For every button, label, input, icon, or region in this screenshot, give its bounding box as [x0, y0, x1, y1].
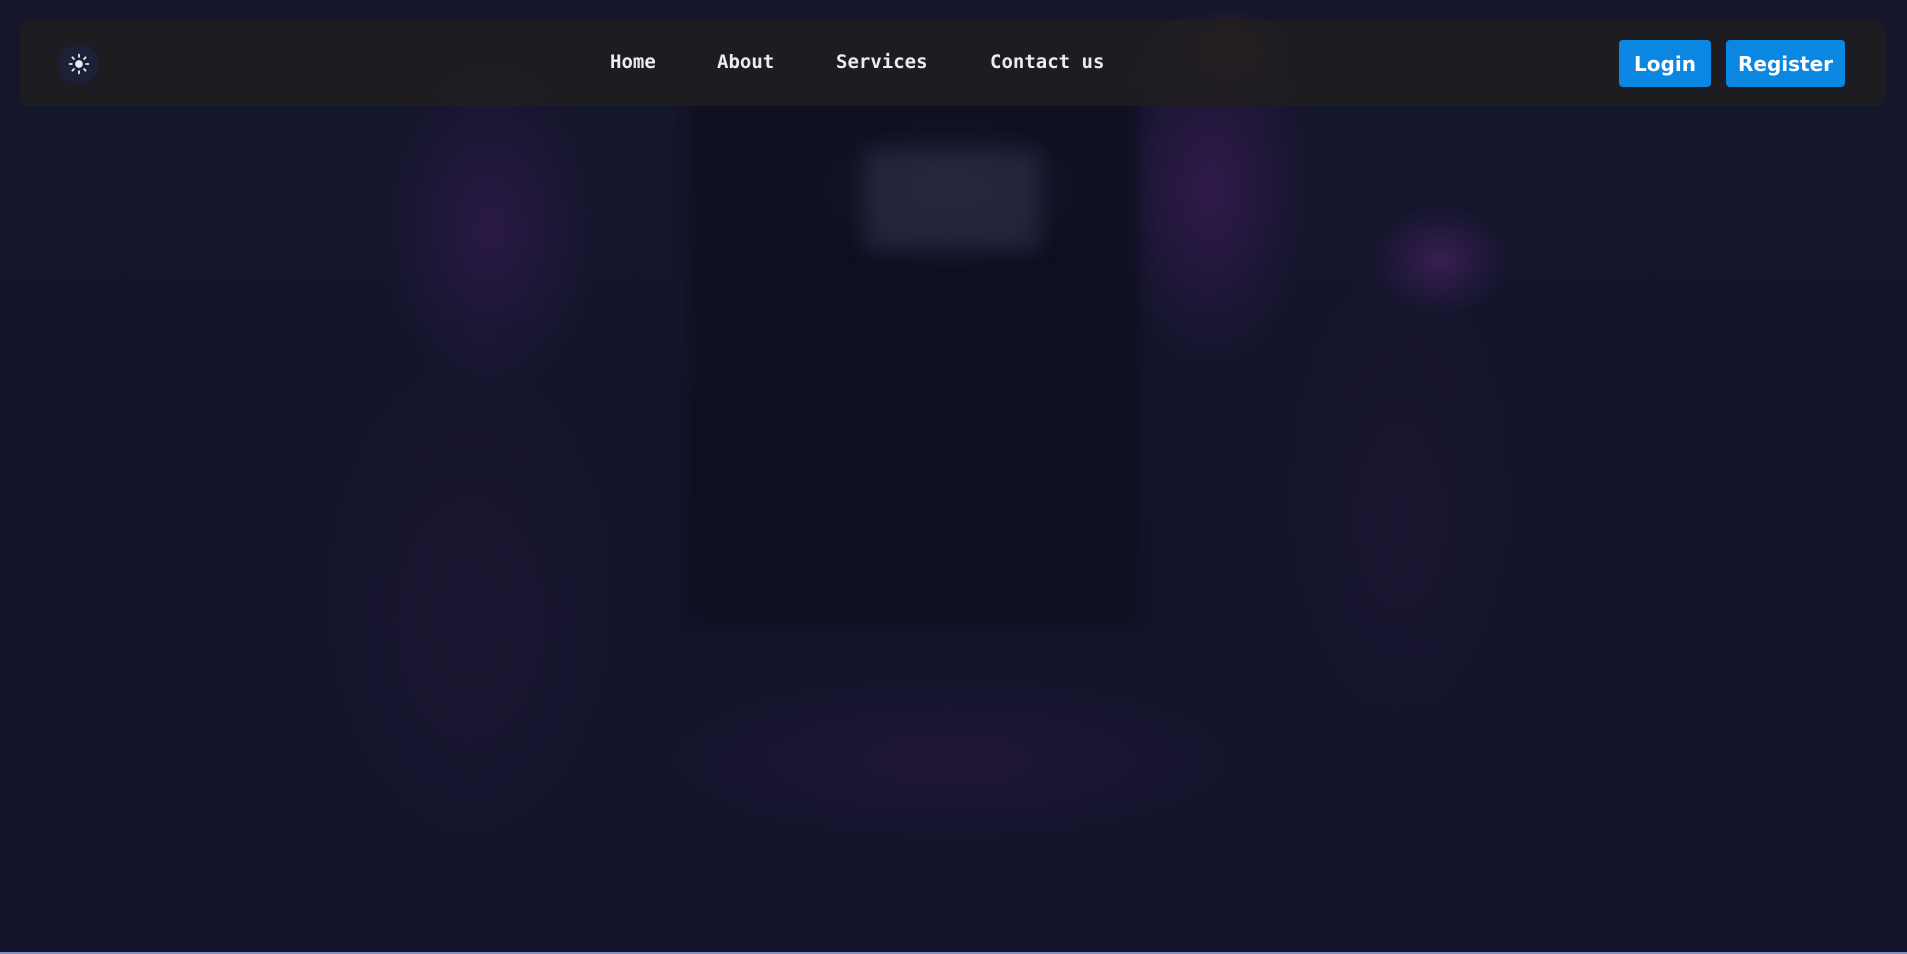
sun-icon — [68, 53, 90, 75]
nav-link-about[interactable]: About — [717, 50, 774, 74]
nav-link-home[interactable]: Home — [610, 50, 656, 74]
register-button[interactable]: Register — [1726, 40, 1845, 87]
login-button[interactable]: Login — [1619, 40, 1711, 87]
page-viewport: Home About Services Contact us Login Reg… — [0, 0, 1907, 954]
nav-link-services[interactable]: Services — [836, 50, 928, 74]
nav-link-contact[interactable]: Contact us — [990, 50, 1104, 74]
background-image-detail — [865, 150, 1040, 250]
top-navbar: Home About Services Contact us Login Reg… — [20, 20, 1885, 106]
theme-toggle-button[interactable] — [59, 44, 99, 84]
nav-links: Home About Services Contact us — [20, 20, 1885, 106]
